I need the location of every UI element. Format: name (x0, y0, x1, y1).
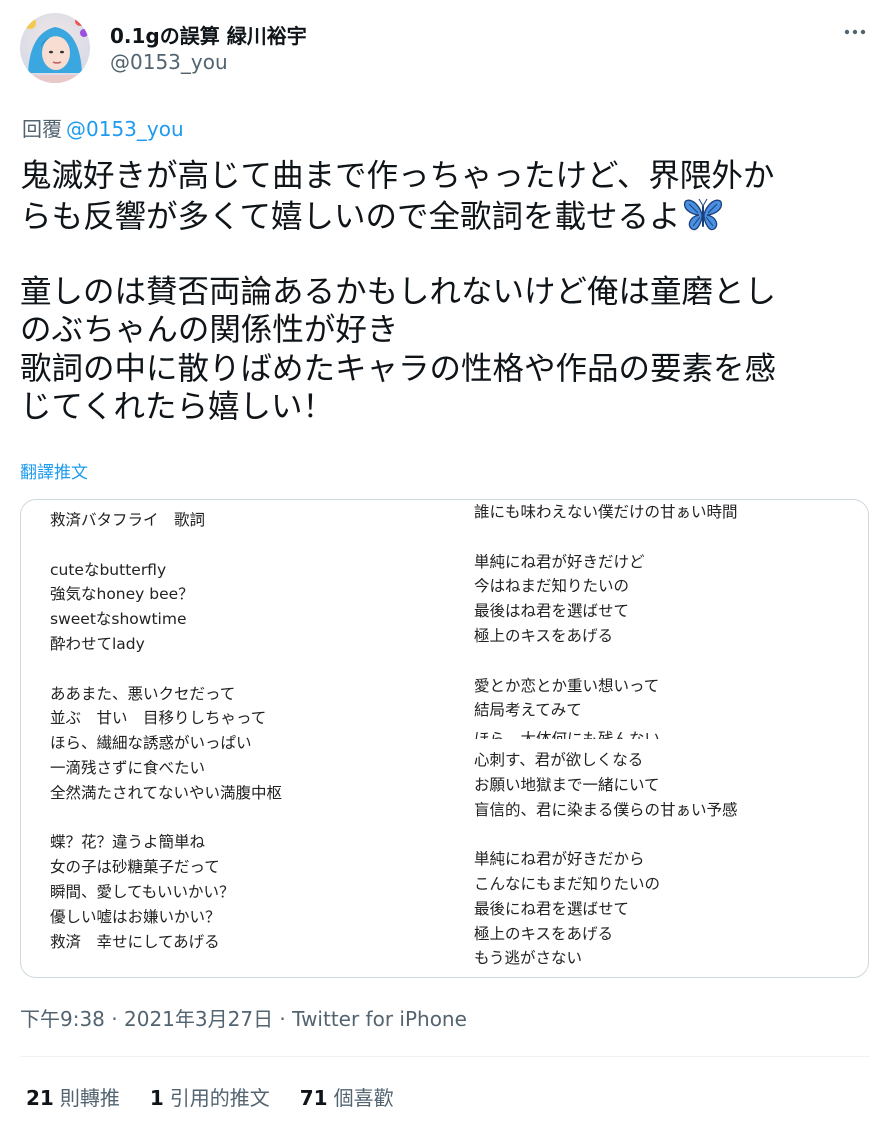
lyric-line: 並ぶ 甘い 目移りしちゃって (50, 709, 267, 728)
lyric-line: 全然満たされてないやい満腹中枢 (50, 783, 283, 802)
tweet-text-line: 童しのは賛否両論あるかもしれないけど俺は童磨とし (20, 273, 777, 310)
quote-count: 1 (149, 1086, 164, 1110)
retweet-label: 則轉推 (59, 1086, 120, 1110)
tweet-text-line: 歌詞の中に散りばめたキャラの性格や作品の要素を感 (20, 350, 777, 387)
lyric-line: 優しい嘘はお嫌いかい？ (50, 907, 221, 926)
tweet-text-line: 鬼滅好きが高じて曲まで作っちゃったけど、界隈外か (20, 158, 775, 194)
reply-prefix: 回覆 (22, 117, 62, 141)
tweet-stats: 21 則轉推 1 引用的推文 71 個喜歡 (26, 1082, 424, 1111)
lyric-line: 救済バタフライ 歌詞 (50, 511, 206, 529)
reply-mention-link[interactable]: @0153_you (66, 117, 184, 141)
lyric-line: sweetなshowtime (50, 610, 187, 629)
lyric-line: 最後はね君を選ばせて (474, 602, 630, 621)
translate-tweet-link[interactable]: 翻譯推文 (20, 458, 88, 483)
lyric-line: 盲信的、君に染まる僕らの甘ぁい予感 (474, 800, 738, 819)
lyric-line: 極上のキスをあげる (474, 924, 614, 943)
more-options-button[interactable] (838, 18, 872, 46)
lyric-line: 強気なhoney bee？ (50, 585, 194, 604)
lyric-line: 女の子は砂糖菓子だって (50, 858, 220, 877)
lyrics-image[interactable]: 救済バタフライ 歌詞 cuteなbutterfly 強気なhoney bee？ … (20, 499, 869, 978)
tweet-text-line-with-emoji: らも反響が多くて嬉しいので全歌詞を載せるよ (20, 196, 870, 235)
tweet-source-link[interactable]: Twitter for iPhone (292, 1007, 467, 1031)
like-count: 71 (299, 1086, 328, 1110)
butterfly-icon (683, 196, 723, 242)
divider (20, 1056, 870, 1057)
lyric-line: 極上のキスをあげる (474, 626, 614, 645)
meta-separator: · (104, 1007, 124, 1031)
lyric-line: 瞬間、愛してもいいかい？ (50, 882, 235, 901)
more-dots-icon (844, 29, 866, 35)
lyric-line: 救済 幸せにしてあげる (50, 932, 220, 951)
lyric-line: 単純にね君が好きだから (474, 850, 645, 869)
user-handle[interactable]: @0153_you (110, 50, 228, 74)
likes-stat[interactable]: 71 個喜歡 (300, 1082, 394, 1111)
lyric-line: お願い地獄まで一緒にいて (474, 775, 660, 794)
lyric-line: 一滴残さずに食べたい (50, 758, 206, 777)
quote-tweets-stat[interactable]: 1 引用的推文 (150, 1082, 270, 1111)
lyric-line: 心刺す、君が欲しくなる (474, 750, 644, 769)
lyric-line: こんなにもまだ知りたいの (474, 874, 661, 893)
lyric-line: ほら、繊細な誘惑がいっぱい (50, 734, 252, 753)
lyrics-left-column: 救済バタフライ 歌詞 cuteなbutterfly 強気なhoney bee？ … (50, 508, 282, 954)
lyric-line: もう逃がさない (474, 949, 583, 968)
lyrics-right-column: 誰にも味わえない僕だけの甘ぁい時間 単純にね君が好きだけど 今はねまだ知りたいの… (474, 500, 738, 971)
lyric-line: 愛とか恋とか重い想いって (474, 676, 660, 695)
lyric-line: 単純にね君が好きだけど (474, 552, 645, 571)
tweet-text-line: じてくれたら嬉しい！ (20, 389, 335, 425)
retweets-stat[interactable]: 21 則轉推 (26, 1082, 120, 1111)
avatar[interactable] (20, 13, 90, 83)
lyric-line: 酔わせてlady (50, 634, 145, 653)
tweet-text: 鬼滅好きが高じて曲まで作っちゃったけど、界隈外か らも反響が多くて嬉しいので全歌… (20, 157, 870, 427)
lyric-line: 誰にも味わえない僕だけの甘ぁい時間 (474, 503, 738, 521)
tweet-date[interactable]: 2021年3月27日 (124, 1007, 273, 1031)
avatar-image (20, 13, 90, 83)
lyric-line-clipped: ほら、太体何にも残んない (474, 730, 661, 740)
reply-to-line: 回覆 @0153_you (22, 113, 184, 142)
lyric-line: 最後にね君を選ばせて (474, 899, 630, 918)
tweet-text-line: らも反響が多くて嬉しいので全歌詞を載せるよ (20, 198, 681, 235)
retweet-count: 21 (26, 1086, 54, 1110)
tweet-text-line: のぶちゃんの関係性が好き (20, 312, 399, 348)
lyric-line: cuteなbutterfly (50, 560, 167, 579)
meta-separator: · (273, 1007, 293, 1031)
like-label: 個喜歡 (333, 1086, 394, 1110)
lyric-line: 結局考えてみて (474, 701, 582, 720)
tweet-detail: 0.1gの誤算 緑川裕宇 @0153_you 回覆 @0153_you 鬼滅好きが… (0, 0, 890, 1134)
lyric-line: 蝶？花？違うよ簡単ね (50, 833, 206, 852)
lyric-line: 今はねまだ知りたいの (474, 577, 630, 596)
tweet-time[interactable]: 下午9:38 (20, 1007, 105, 1031)
display-name[interactable]: 0.1gの誤算 緑川裕宇 (110, 20, 307, 49)
lyric-line: ああまた、悪いクセだって (50, 684, 236, 703)
tweet-meta: 下午9:38 · 2021年3月27日 · Twitter for iPhone (20, 1003, 467, 1032)
quote-label: 引用的推文 (169, 1086, 270, 1110)
